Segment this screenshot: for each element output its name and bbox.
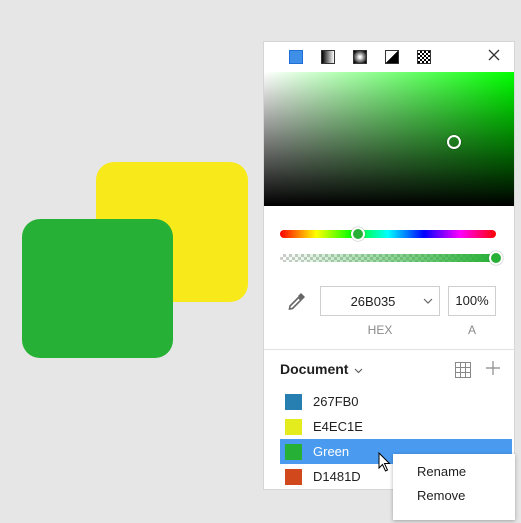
- hex-input[interactable]: 26B035: [320, 286, 440, 316]
- eyedropper-icon[interactable]: [286, 290, 308, 312]
- hex-label: HEX: [367, 323, 393, 337]
- swatch-color-chip: [285, 393, 302, 410]
- close-icon[interactable]: [486, 49, 502, 65]
- color-picker-panel: 26B035 100% HEX A Document 267FB0 E4EC1E G…: [263, 41, 515, 490]
- swatch-label: Green: [313, 444, 350, 459]
- hue-slider[interactable]: [280, 227, 496, 241]
- mouse-pointer-icon: [378, 451, 392, 473]
- swatch-row[interactable]: E4EC1E: [280, 414, 512, 439]
- swatch-color-chip: [285, 418, 302, 435]
- solid-fill-icon[interactable]: [289, 50, 303, 64]
- angular-gradient-icon[interactable]: [385, 50, 399, 64]
- alpha-input[interactable]: 100%: [448, 286, 496, 316]
- saturation-value-field[interactable]: [264, 72, 514, 206]
- chevron-down-icon[interactable]: [417, 295, 439, 307]
- divider: [264, 349, 514, 350]
- swatch-label: 267FB0: [313, 394, 359, 409]
- swatch-label: E4EC1E: [313, 419, 363, 434]
- chevron-down-icon: [351, 366, 363, 377]
- add-swatch-icon[interactable]: [484, 360, 502, 378]
- context-menu: Rename Remove: [393, 454, 515, 520]
- rename-menu-item[interactable]: Rename: [393, 460, 515, 484]
- color-picker-handle[interactable]: [447, 135, 461, 149]
- swatch-row[interactable]: 267FB0: [280, 389, 512, 414]
- swatch-library-title: Document: [280, 361, 349, 377]
- hue-slider-thumb[interactable]: [350, 227, 365, 241]
- remove-menu-item[interactable]: Remove: [393, 484, 515, 508]
- swatch-label: D1481D: [313, 469, 361, 484]
- swatch-color-chip: [285, 443, 302, 460]
- alpha-slider[interactable]: [280, 251, 503, 265]
- pattern-fill-icon[interactable]: [417, 50, 431, 64]
- linear-gradient-icon[interactable]: [321, 50, 335, 64]
- radial-gradient-icon[interactable]: [353, 50, 367, 64]
- alpha-slider-thumb[interactable]: [489, 251, 503, 265]
- swatch-color-chip: [285, 468, 302, 485]
- hex-value: 26B035: [350, 293, 396, 309]
- alpha-label: A: [467, 323, 476, 337]
- grid-view-icon[interactable]: [455, 362, 471, 378]
- swatch-library-dropdown[interactable]: Document: [280, 361, 363, 377]
- green-rectangle-shape[interactable]: [22, 219, 173, 358]
